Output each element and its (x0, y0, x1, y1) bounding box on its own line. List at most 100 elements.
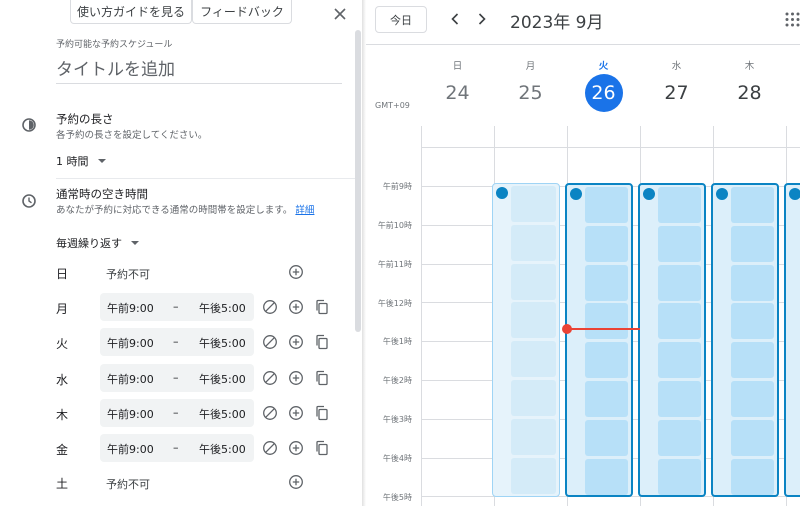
close-icon[interactable] (330, 4, 350, 24)
bookable-slot[interactable] (511, 224, 556, 261)
bookable-slot[interactable] (511, 418, 556, 455)
week-grid[interactable]: 午前9時 午前10時 午前11時 午後12時 午後1時 午後2時 午後3時 午後… (366, 126, 800, 506)
day-header-mon[interactable]: 月 25 (494, 58, 567, 112)
bookable-slot[interactable] (511, 457, 556, 494)
bookable-slot[interactable] (658, 381, 701, 417)
bookable-slot[interactable] (585, 225, 628, 262)
bookable-slot[interactable] (731, 342, 774, 379)
bookable-slot[interactable] (511, 302, 556, 339)
weekday-label: 木 (56, 408, 69, 422)
day-of-week: 月 (525, 61, 536, 72)
chevron-right-icon[interactable] (474, 10, 490, 28)
hour-label: 午前9時 (382, 182, 412, 191)
clock-icon (22, 194, 36, 208)
bookable-slot[interactable] (585, 419, 628, 456)
range-dash: – (173, 300, 179, 313)
bookable-slot[interactable] (731, 225, 774, 262)
end-time-field[interactable]: 午後5:00 (199, 406, 246, 422)
title-input[interactable] (56, 56, 342, 84)
start-time-field[interactable]: 午前9:00 (107, 371, 154, 387)
day-number[interactable]: 28 (731, 74, 769, 112)
day-header-sun[interactable]: 日 24 (421, 58, 494, 112)
section-divider (56, 178, 355, 179)
bookable-slot[interactable] (511, 341, 556, 378)
copy-icon[interactable] (314, 334, 330, 350)
bookable-slot[interactable] (585, 381, 628, 417)
bookable-slot[interactable] (658, 342, 701, 379)
appointment-slot-block[interactable] (565, 183, 633, 497)
today-button[interactable]: 今日 (375, 6, 427, 33)
weekday-row-sat: 土 予約不可 (0, 468, 355, 498)
add-time-icon[interactable] (288, 370, 304, 386)
bookable-slot[interactable] (731, 419, 774, 456)
bookable-slot[interactable] (731, 187, 774, 223)
bookable-slot[interactable] (585, 187, 628, 223)
weekday-row-tue: 火 午前9:00 – 午後5:00 (0, 328, 355, 358)
bookable-slot[interactable] (585, 303, 628, 340)
end-time-field[interactable]: 午後5:00 (199, 371, 246, 387)
day-number[interactable]: 27 (658, 74, 696, 112)
start-time-field[interactable]: 午前9:00 (107, 406, 154, 422)
appointment-slot-block[interactable] (638, 183, 706, 497)
bookable-slot[interactable] (731, 458, 774, 495)
hour-label: 午前10時 (377, 221, 412, 230)
appointment-slot-block[interactable] (711, 183, 779, 497)
bookable-slot[interactable] (658, 264, 701, 301)
help-guide-button[interactable]: 使い方ガイドを見る (70, 0, 192, 24)
block-icon[interactable] (262, 370, 278, 386)
bookable-slot[interactable] (585, 264, 628, 301)
end-time-field[interactable]: 午後5:00 (199, 300, 246, 316)
end-time-field[interactable]: 午後5:00 (199, 441, 246, 457)
details-link[interactable]: 詳細 (295, 205, 314, 216)
copy-icon[interactable] (314, 299, 330, 315)
day-number[interactable]: 25 (512, 74, 550, 112)
bookable-slot[interactable] (511, 380, 556, 416)
appointment-slot-block[interactable] (784, 183, 800, 497)
hour-gridline (421, 147, 800, 148)
duration-dropdown[interactable]: 1 時間 (56, 153, 106, 169)
day-header-tue[interactable]: 火 26 (567, 58, 640, 112)
panel-scrollbar[interactable] (355, 30, 361, 332)
block-icon[interactable] (262, 440, 278, 456)
start-time-field[interactable]: 午前9:00 (107, 441, 154, 457)
bookable-slot[interactable] (731, 381, 774, 417)
bookable-slot[interactable] (658, 187, 701, 223)
bookable-slot[interactable] (585, 458, 628, 495)
appointment-slot-block[interactable] (492, 183, 560, 497)
apps-grid-icon[interactable] (785, 12, 800, 27)
bookable-slot[interactable] (511, 186, 556, 222)
add-time-icon[interactable] (288, 299, 304, 315)
bookable-slot[interactable] (658, 303, 701, 340)
repeat-dropdown[interactable]: 毎週繰り返す (56, 235, 139, 251)
bookable-slot[interactable] (585, 342, 628, 379)
block-icon[interactable] (262, 299, 278, 315)
start-time-field[interactable]: 午前9:00 (107, 335, 154, 351)
chevron-left-icon[interactable] (447, 10, 463, 28)
bookable-slot[interactable] (658, 419, 701, 456)
copy-icon[interactable] (314, 370, 330, 386)
block-icon[interactable] (262, 405, 278, 421)
add-time-icon[interactable] (288, 474, 304, 490)
bookable-slot[interactable] (511, 263, 556, 300)
day-header-wed[interactable]: 水 27 (640, 58, 713, 112)
hour-label: 午前11時 (377, 260, 412, 269)
copy-icon[interactable] (314, 405, 330, 421)
month-title: 2023年 9月 (510, 13, 604, 33)
block-icon[interactable] (262, 334, 278, 350)
copy-icon[interactable] (314, 440, 330, 456)
feedback-button[interactable]: フィードバック (192, 0, 292, 24)
day-number[interactable]: 26 (584, 74, 623, 112)
day-number[interactable]: 24 (439, 74, 477, 112)
end-time-field[interactable]: 午後5:00 (199, 335, 246, 351)
add-time-icon[interactable] (288, 334, 304, 350)
add-time-icon[interactable] (288, 440, 304, 456)
bookable-slot[interactable] (731, 303, 774, 340)
hour-label: 午後2時 (382, 376, 412, 385)
bookable-slot[interactable] (658, 225, 701, 262)
day-header-thu[interactable]: 木 28 (713, 58, 786, 112)
bookable-slot[interactable] (658, 458, 701, 495)
bookable-slot[interactable] (731, 264, 774, 301)
start-time-field[interactable]: 午前9:00 (107, 300, 154, 316)
add-time-icon[interactable] (288, 264, 304, 280)
add-time-icon[interactable] (288, 405, 304, 421)
